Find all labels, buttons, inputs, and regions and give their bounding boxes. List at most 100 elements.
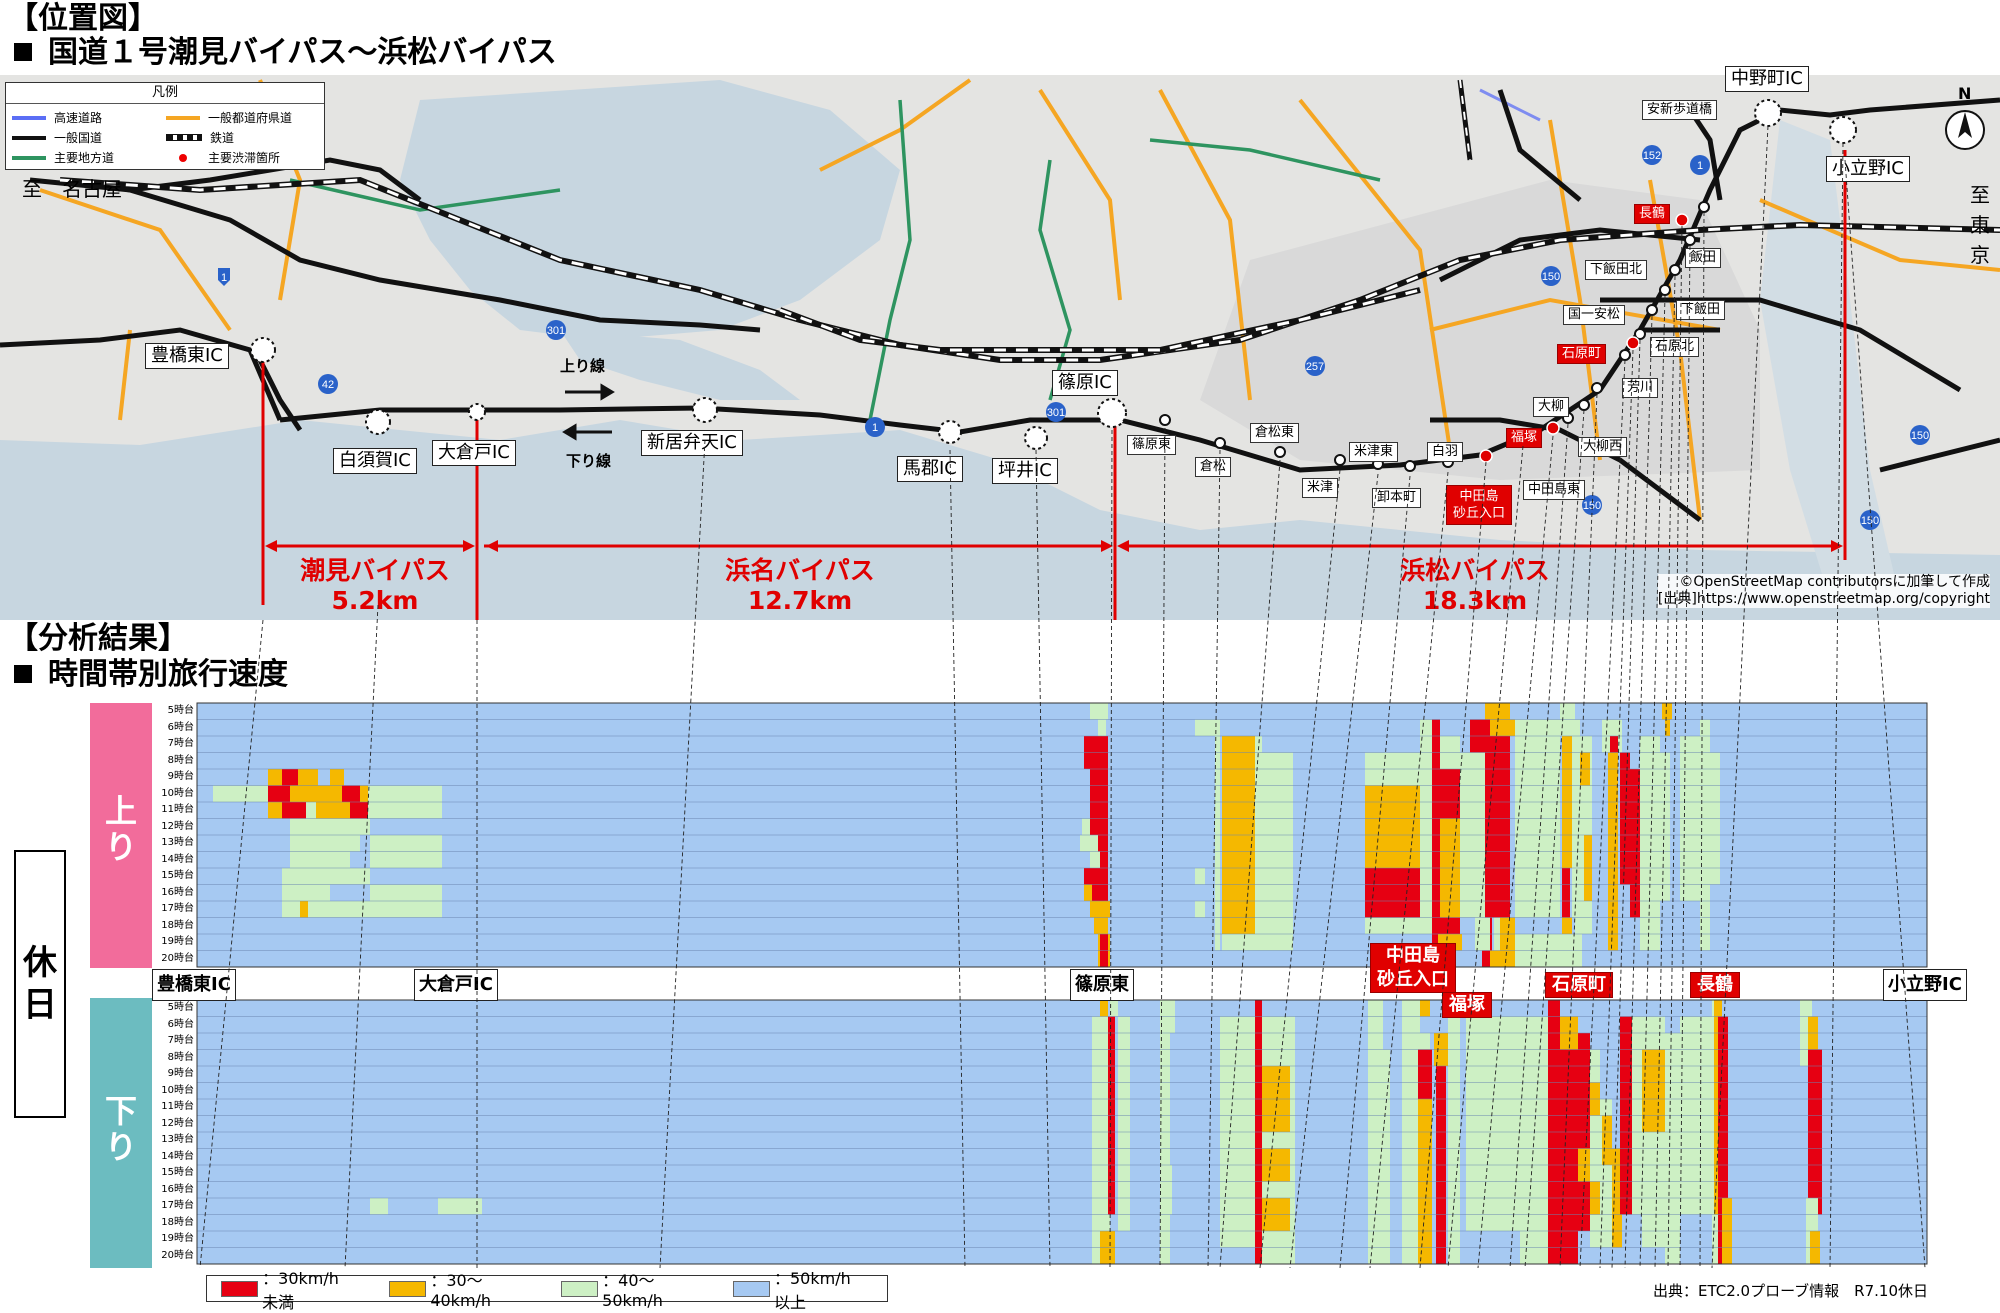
speed-legend-label: ：30km/h未満 [262, 1268, 339, 1312]
up-speed-cell [1215, 736, 1220, 951]
down-speed-cell [1420, 1000, 1430, 1017]
up-speed-cell [1562, 868, 1570, 918]
up-speed-cell [360, 785, 368, 802]
up-speed-cell [290, 835, 360, 852]
up-speed-cell [1365, 868, 1420, 918]
up-speed-cell [1490, 736, 1510, 918]
up-speed-cell [1500, 917, 1515, 967]
down-speed-cell [438, 1198, 458, 1215]
up-hour-label: 7時台 [167, 738, 194, 749]
up-speed-cell [1365, 851, 1420, 868]
down-speed-cell [1118, 1016, 1130, 1231]
ic-marker-toyohashi-higashi: 豊橋東IC [152, 969, 236, 1001]
up-speed-cell [342, 785, 360, 802]
up-speed-cell [282, 769, 298, 786]
up-speed-cell [370, 851, 442, 868]
up-speed-cell [1365, 917, 1420, 934]
up-speed-cell [1222, 934, 1255, 951]
up-speed-cell [1090, 901, 1110, 918]
ic-marker-okurado: 大倉戸IC [414, 969, 498, 1001]
down-speed-cell [1448, 1016, 1460, 1264]
speed-legend-item: ：30～40km/h [389, 1267, 525, 1310]
down-hour-label: 7時台 [167, 1035, 194, 1046]
congestion-marker-nagatsuru: 長鶴 [1690, 972, 1740, 998]
down-hour-label: 11時台 [161, 1101, 194, 1112]
up-speed-cell [1084, 884, 1092, 901]
up-speed-cell [1365, 835, 1420, 852]
ic-marker-kotatsuno: 小立野IC [1883, 969, 1967, 1001]
up-hour-label: 13時台 [161, 837, 194, 848]
up-speed-cell [1090, 703, 1108, 720]
up-speed-cell [1440, 769, 1460, 819]
speed-legend: ：30km/h未満 ：30～40km/h ：40～50km/h ：50km/h以… [206, 1269, 888, 1312]
up-speed-cell [368, 802, 442, 819]
down-hour-label: 10時台 [161, 1084, 194, 1096]
up-speed-cell [308, 901, 442, 918]
down-hour-label: 19時台 [161, 1233, 194, 1244]
up-speed-cell [306, 802, 316, 819]
up-speed-cell [300, 901, 308, 918]
down-speed-cell [370, 1198, 388, 1215]
up-hour-label: 5時台 [167, 705, 194, 716]
up-hour-label: 17時台 [161, 903, 194, 914]
speed-legend-item: ：50km/h以上 [732, 1265, 865, 1313]
up-hour-label: 6時台 [167, 721, 194, 733]
up-speed-cell [1630, 769, 1640, 918]
down-hour-label: 13時台 [161, 1134, 194, 1145]
up-speed-cell [1090, 851, 1100, 868]
up-speed-cell [316, 802, 350, 819]
up-speed-cell [1490, 950, 1500, 967]
up-speed-cell [1365, 802, 1420, 819]
up-speed-cell [1562, 917, 1572, 934]
up-speed-cell [1080, 835, 1098, 852]
up-speed-cell [370, 884, 442, 901]
speed-legend-item: ：40～50km/h [561, 1267, 697, 1310]
down-speed-cell [1418, 1049, 1432, 1099]
up-hour-label: 8時台 [167, 754, 194, 766]
up-speed-cell [1195, 719, 1220, 736]
down-hour-label: 9時台 [167, 1068, 194, 1079]
up-speed-cell [316, 785, 342, 802]
up-speed-cell [268, 785, 290, 802]
up-speed-cell [290, 818, 370, 835]
up-speed-cell [298, 769, 318, 786]
up-speed-cell [1610, 736, 1618, 753]
speed-legend-label: ：40～50km/h [602, 1271, 663, 1310]
speed-legend-label: ：50km/h以上 [773, 1268, 851, 1312]
up-speed-cell [282, 884, 330, 901]
up-speed-cell [370, 835, 442, 852]
up-hour-label: 15時台 [161, 870, 194, 881]
ic-marker-shinohara-higashi: 篠原東 [1070, 969, 1134, 1001]
up-speed-cell [350, 802, 368, 819]
up-speed-cell [1255, 736, 1262, 951]
down-hour-label: 17時台 [161, 1200, 194, 1211]
up-speed-cell [368, 785, 442, 802]
congestion-marker-nakatajima: 中田島 砂丘入口 [1370, 943, 1456, 993]
up-hour-label: 14時台 [161, 853, 194, 865]
data-source: 出典：ETC2.0プローブ情報 R7.10休日 [1652, 1282, 1928, 1300]
down-hour-label: 16時台 [161, 1183, 194, 1195]
down-speed-cell [1110, 1000, 1118, 1017]
up-speed-cell [290, 851, 350, 868]
up-hour-label: 19時台 [161, 936, 194, 947]
up-hour-label: 16時台 [161, 886, 194, 898]
down-hour-label: 18時台 [161, 1216, 194, 1228]
up-speed-cell [1584, 785, 1592, 835]
up-speed-cell [268, 802, 282, 819]
down-hour-label: 15時台 [161, 1167, 194, 1178]
up-speed-cell [1098, 719, 1106, 736]
congestion-marker-ishiharacho: 石原町 [1545, 972, 1613, 998]
down-speed-cell [1100, 1000, 1108, 1017]
up-speed-cell [1660, 752, 1670, 901]
up-speed-cell [1665, 719, 1670, 736]
up-speed-cell [1365, 818, 1420, 835]
up-hour-label: 18時台 [161, 919, 194, 931]
up-speed-cell [1195, 901, 1205, 918]
down-speed-cell [1160, 1016, 1170, 1264]
down-speed-cell [1380, 1049, 1390, 1264]
up-speed-cell [1640, 736, 1660, 951]
down-speed-cell [1560, 1016, 1578, 1264]
up-speed-cell [1440, 917, 1460, 934]
down-hour-label: 6時台 [167, 1018, 194, 1030]
up-speed-cell [1082, 818, 1090, 835]
